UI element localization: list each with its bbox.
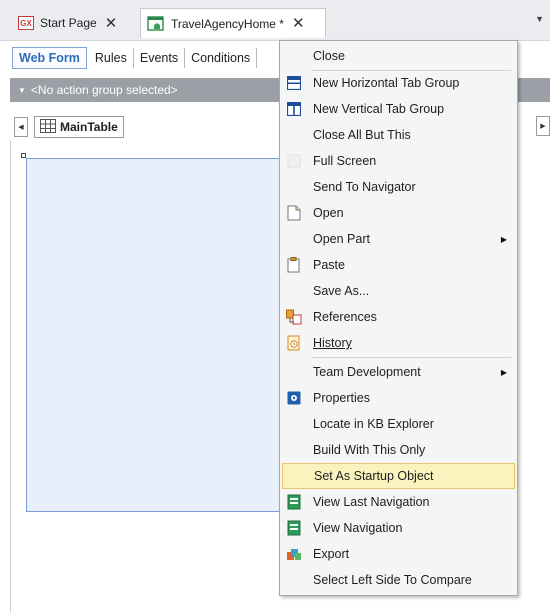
- menu-item-label: Properties: [313, 391, 370, 405]
- menu-item-locate-in-kb-explorer[interactable]: Locate in KB Explorer: [282, 411, 515, 437]
- tab-start-page[interactable]: GX Start Page ✕: [12, 8, 134, 38]
- references-icon: [286, 309, 302, 325]
- action-group-label: <No action group selected>: [30, 83, 178, 97]
- menu-item-label: Close All But This: [313, 128, 411, 142]
- menu-item-label: Open Part: [313, 232, 370, 246]
- history-icon: [286, 335, 302, 351]
- menu-item-history[interactable]: History: [282, 330, 515, 356]
- menu-separator: [311, 357, 511, 358]
- menu-item-label: Team Development: [313, 365, 421, 379]
- menu-item-label: Select Left Side To Compare: [313, 573, 472, 587]
- menu-item-set-as-startup-object[interactable]: Set As Startup Object: [282, 463, 515, 489]
- tab-context-menu: Close New Horizontal Tab Group New Verti…: [279, 40, 518, 596]
- export-icon: [286, 546, 302, 562]
- menu-item-label: View Last Navigation: [313, 495, 430, 509]
- menu-item-new-vertical-tab-group[interactable]: New Vertical Tab Group: [282, 96, 515, 122]
- menu-item-label: References: [313, 310, 377, 324]
- menu-item-view-last-navigation[interactable]: View Last Navigation: [282, 489, 515, 515]
- menu-item-label: Paste: [313, 258, 345, 272]
- open-icon: [286, 205, 302, 221]
- menu-item-properties[interactable]: Properties: [282, 385, 515, 411]
- breadcrumb: ◀ MainTable: [14, 116, 124, 138]
- full-screen-icon: [286, 153, 302, 169]
- menu-item-open-part[interactable]: Open Part ▶: [282, 226, 515, 252]
- menu-item-close-all-but-this[interactable]: Close All But This: [282, 122, 515, 148]
- view-navigation-icon: [286, 520, 302, 536]
- menu-item-label: Full Screen: [313, 154, 377, 168]
- tab-web-form[interactable]: Web Form: [12, 47, 87, 69]
- menu-item-label: Close: [313, 49, 345, 63]
- menu-item-label: History: [313, 336, 352, 350]
- menu-item-team-development[interactable]: Team Development ▶: [282, 359, 515, 385]
- tab-label: Start Page: [40, 16, 97, 30]
- menu-item-open[interactable]: Open: [282, 200, 515, 226]
- breadcrumb-item-maintable[interactable]: MainTable: [34, 116, 124, 138]
- menu-item-close[interactable]: Close: [282, 43, 515, 69]
- part-tabs: Web Form Rules Events Conditions: [12, 44, 258, 72]
- designer-border: [10, 140, 11, 613]
- submenu-arrow-icon: ▶: [500, 234, 507, 244]
- close-icon[interactable]: ✕: [292, 16, 305, 31]
- menu-item-label: Save As...: [313, 284, 370, 298]
- menu-item-select-left-side-to-compare[interactable]: Select Left Side To Compare: [282, 567, 515, 593]
- scroll-right-button[interactable]: ▶: [536, 116, 550, 136]
- table-icon: [40, 118, 56, 136]
- gx-logo-icon: GX: [18, 16, 34, 30]
- menu-item-label: Build With This Only: [313, 443, 426, 457]
- scroll-left-button[interactable]: ◀: [14, 117, 28, 137]
- menu-item-full-screen[interactable]: Full Screen: [282, 148, 515, 174]
- tab-travelagencyhome[interactable]: TravelAgencyHome * ✕: [140, 8, 326, 38]
- menu-item-label: Export: [313, 547, 350, 561]
- tab-conditions[interactable]: Conditions: [185, 48, 258, 68]
- webform-object-icon: [147, 15, 165, 32]
- menu-item-send-to-navigator[interactable]: Send To Navigator: [282, 174, 515, 200]
- properties-icon: [286, 390, 302, 406]
- horizontal-tab-group-icon: [286, 75, 302, 91]
- menu-item-save-as[interactable]: Save As...: [282, 278, 515, 304]
- tab-label: TravelAgencyHome *: [171, 16, 284, 31]
- menu-item-label: Open: [313, 206, 344, 220]
- menu-item-build-with-this-only[interactable]: Build With This Only: [282, 437, 515, 463]
- menu-item-references[interactable]: References: [282, 304, 515, 330]
- chevron-down-icon: ▼: [18, 85, 26, 95]
- paste-icon: [286, 257, 302, 273]
- menu-item-label: New Horizontal Tab Group: [313, 76, 460, 90]
- tab-rules[interactable]: Rules: [89, 48, 134, 68]
- menu-item-export[interactable]: Export: [282, 541, 515, 567]
- breadcrumb-label: MainTable: [60, 120, 118, 134]
- tab-events[interactable]: Events: [134, 48, 186, 68]
- menu-item-label: Locate in KB Explorer: [313, 417, 434, 431]
- view-last-navigation-icon: [286, 494, 302, 510]
- tab-list-dropdown-icon[interactable]: ▼: [535, 14, 544, 24]
- menu-item-new-horizontal-tab-group[interactable]: New Horizontal Tab Group: [282, 70, 515, 96]
- menu-item-label: Send To Navigator: [313, 180, 416, 194]
- vertical-tab-group-icon: [286, 101, 302, 117]
- document-tab-strip: GX Start Page ✕ TravelAgencyHome * ✕ ▼: [0, 0, 550, 41]
- menu-item-label: View Navigation: [313, 521, 403, 535]
- menu-item-view-navigation[interactable]: View Navigation: [282, 515, 515, 541]
- menu-item-paste[interactable]: Paste: [282, 252, 515, 278]
- menu-item-label: Set As Startup Object: [314, 469, 434, 483]
- menu-item-label: New Vertical Tab Group: [313, 102, 445, 116]
- close-icon[interactable]: ✕: [105, 16, 118, 31]
- submenu-arrow-icon: ▶: [500, 367, 507, 377]
